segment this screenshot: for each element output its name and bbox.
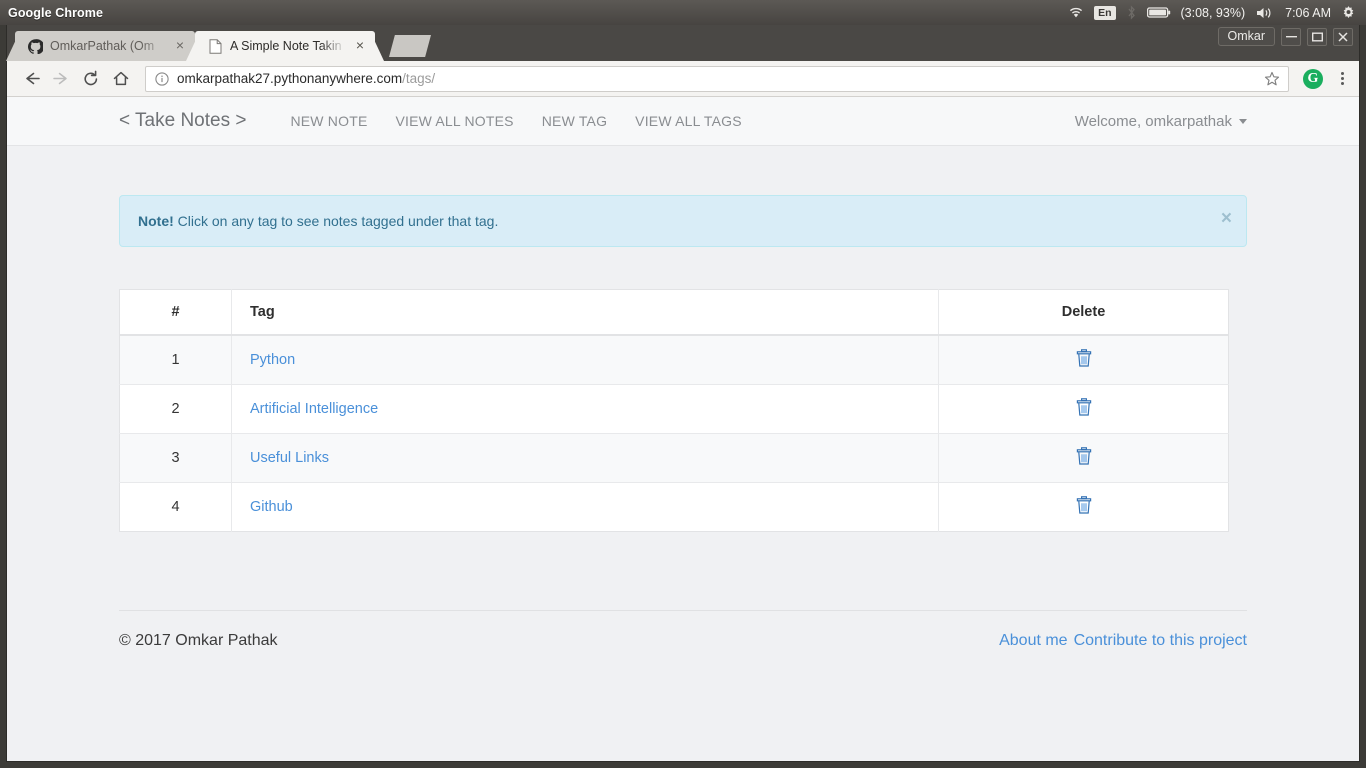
tags-table-body: 1 Python 2 Artificial Intelligence 3 Use… <box>119 334 1229 532</box>
nav-link-view-all-tags[interactable]: VIEW ALL TAGS <box>621 113 756 129</box>
system-tray: En (3:08, 93%) 7:06 AM <box>1068 5 1356 20</box>
site-brand[interactable]: < Take Notes > <box>119 110 246 132</box>
forward-arrow-icon <box>47 65 75 93</box>
row-delete-cell <box>938 334 1229 385</box>
tag-link[interactable]: Useful Links <box>250 450 329 466</box>
close-button[interactable] <box>1333 27 1353 46</box>
trash-icon[interactable] <box>1076 349 1092 367</box>
browser-window: OmkarPathak (Om × A Simple Note Takin × … <box>6 25 1360 762</box>
page-footer: © 2017 Omkar Pathak About me Contribute … <box>119 610 1247 650</box>
browser-tab-title: A Simple Note Takin <box>230 39 342 53</box>
star-icon[interactable] <box>1264 71 1280 87</box>
battery-icon[interactable] <box>1146 6 1171 19</box>
page-viewport: < Take Notes > NEW NOTE VIEW ALL NOTES N… <box>7 97 1359 761</box>
alert-strong-text: Note! <box>138 213 174 229</box>
keyboard-layout-indicator[interactable]: En <box>1094 5 1116 20</box>
system-clock[interactable]: 7:06 AM <box>1285 6 1331 20</box>
browser-toolbar: omkarpathak27.pythonanywhere.com/tags/ G <box>7 61 1359 97</box>
extension-icon[interactable]: G <box>1303 68 1323 89</box>
url-text: omkarpathak27.pythonanywhere.com/tags/ <box>177 71 435 86</box>
tag-link[interactable]: Github <box>250 499 293 515</box>
os-window: Google Chrome En (3:08, 93%) 7:06 AM Omk… <box>0 0 1366 768</box>
maximize-button[interactable] <box>1307 27 1327 46</box>
chevron-down-icon <box>1239 118 1247 124</box>
row-tag-cell: Artificial Intelligence <box>231 384 939 434</box>
info-circle-icon[interactable] <box>155 71 169 86</box>
column-header-index: # <box>119 289 232 336</box>
window-user-label[interactable]: Omkar <box>1217 27 1275 46</box>
back-arrow-icon[interactable] <box>17 65 45 93</box>
table-header-row: # Tag Delete <box>119 289 1229 336</box>
browser-tab-notes-app[interactable]: A Simple Note Takin × <box>195 31 375 61</box>
home-icon[interactable] <box>107 65 135 93</box>
table-row: 4 Github <box>119 482 1229 532</box>
footer-link-contribute[interactable]: Contribute to this project <box>1074 632 1247 650</box>
new-tab-button[interactable] <box>389 35 431 57</box>
row-index: 4 <box>119 482 232 532</box>
table-row: 3 Useful Links <box>119 433 1229 483</box>
row-delete-cell <box>938 384 1229 434</box>
footer-copyright: © 2017 Omkar Pathak <box>119 632 278 649</box>
trash-icon[interactable] <box>1076 496 1092 514</box>
row-tag-cell: Python <box>231 334 939 385</box>
row-index: 1 <box>119 334 232 385</box>
battery-status-text: (3:08, 93%) <box>1180 5 1246 20</box>
github-icon <box>27 38 43 54</box>
column-header-tag: Tag <box>231 289 939 336</box>
alert-message: Click on any tag to see notes tagged und… <box>173 213 499 229</box>
site-navbar: < Take Notes > NEW NOTE VIEW ALL NOTES N… <box>7 97 1359 146</box>
browser-tab-title: OmkarPathak (Om <box>50 39 155 53</box>
kebab-menu-icon[interactable] <box>1333 66 1351 92</box>
column-header-delete: Delete <box>938 289 1229 336</box>
system-app-name: Google Chrome <box>8 5 104 20</box>
nav-link-new-tag[interactable]: NEW TAG <box>528 113 621 129</box>
browser-tab-github[interactable]: OmkarPathak (Om × <box>15 31 195 61</box>
tags-table-head: # Tag Delete <box>119 289 1229 336</box>
site-nav-links: NEW NOTE VIEW ALL NOTES NEW TAG VIEW ALL… <box>276 113 755 129</box>
browser-tabstrip: OmkarPathak (Om × A Simple Note Takin × … <box>7 25 1359 61</box>
gear-icon[interactable] <box>1341 5 1356 20</box>
address-bar[interactable]: omkarpathak27.pythonanywhere.com/tags/ <box>145 65 1289 92</box>
url-path: /tags/ <box>402 71 436 86</box>
user-menu[interactable]: Welcome, omkarpathak <box>1075 113 1247 130</box>
page-icon <box>207 38 223 54</box>
row-tag-cell: Useful Links <box>231 433 939 483</box>
reload-icon[interactable] <box>77 65 105 93</box>
user-menu-label: Welcome, omkarpathak <box>1074 112 1232 130</box>
bluetooth-icon[interactable] <box>1126 5 1137 20</box>
info-alert: Note! Click on any tag to see notes tagg… <box>119 195 1247 247</box>
content-container: Note! Click on any tag to see notes tagg… <box>119 195 1247 650</box>
tag-link[interactable]: Artificial Intelligence <box>250 401 378 417</box>
table-row: 1 Python <box>119 334 1229 385</box>
row-index: 3 <box>119 433 232 483</box>
url-host: omkarpathak27.pythonanywhere.com <box>177 71 403 86</box>
close-icon[interactable]: × <box>353 38 367 53</box>
volume-icon[interactable] <box>1255 6 1275 20</box>
wifi-icon[interactable] <box>1068 6 1084 19</box>
row-delete-cell <box>938 482 1229 532</box>
tag-link[interactable]: Python <box>250 352 295 368</box>
row-tag-cell: Github <box>231 482 939 532</box>
nav-link-new-note[interactable]: NEW NOTE <box>276 113 381 129</box>
footer-links: About me Contribute to this project <box>999 632 1247 650</box>
tags-table: # Tag Delete 1 Python 2 Artificial Intel… <box>119 289 1229 532</box>
trash-icon[interactable] <box>1076 447 1092 465</box>
row-delete-cell <box>938 433 1229 483</box>
system-top-panel: Google Chrome En (3:08, 93%) 7:06 AM <box>0 0 1366 25</box>
table-row: 2 Artificial Intelligence <box>119 384 1229 434</box>
footer-link-about-me[interactable]: About me <box>999 632 1067 650</box>
trash-icon[interactable] <box>1076 398 1092 416</box>
page-content: Note! Click on any tag to see notes tagg… <box>7 146 1359 761</box>
alert-close-icon[interactable]: × <box>1221 209 1232 228</box>
close-icon[interactable]: × <box>173 38 187 53</box>
nav-link-view-all-notes[interactable]: VIEW ALL NOTES <box>382 113 528 129</box>
window-controls: Omkar <box>1217 27 1353 46</box>
minimize-button[interactable] <box>1281 27 1301 46</box>
row-index: 2 <box>119 384 232 434</box>
